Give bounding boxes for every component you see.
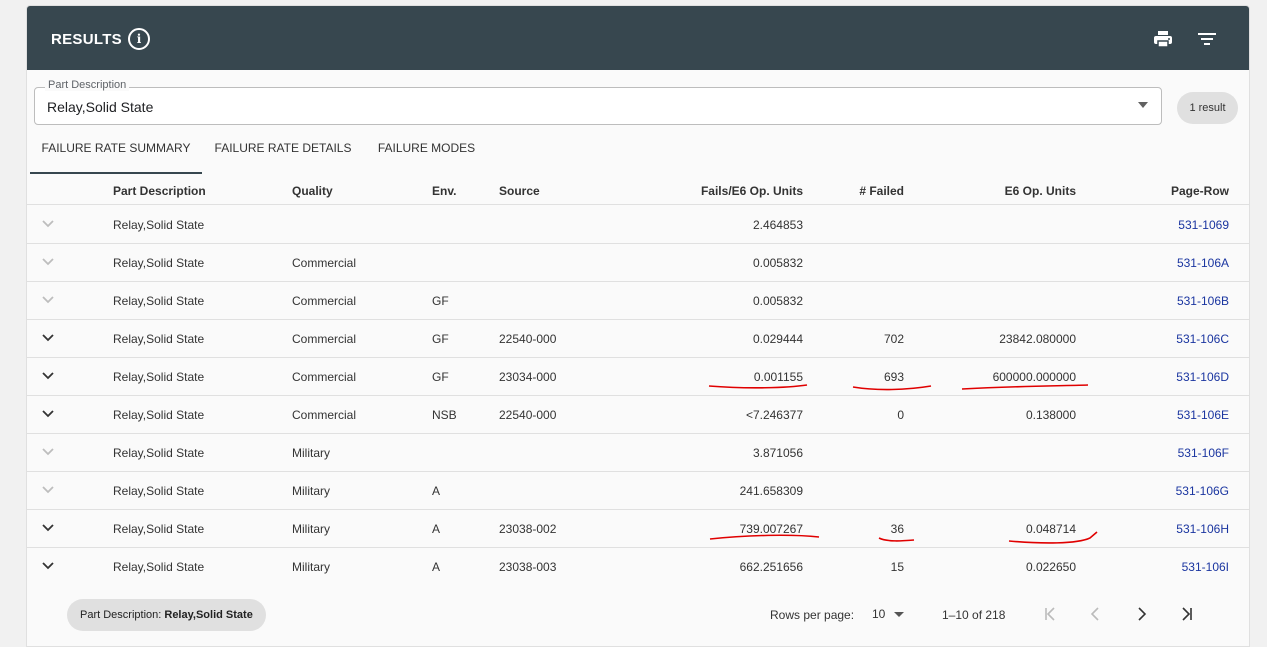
underline-mark (878, 537, 915, 542)
last-page-icon[interactable] (1177, 605, 1195, 623)
previous-page-icon[interactable] (1087, 605, 1105, 623)
underline-mark (852, 385, 932, 391)
underline-mark (709, 534, 820, 540)
results-panel: RESULTS i Part Description Relay,Solid S… (26, 5, 1250, 647)
first-page-icon[interactable] (1042, 605, 1060, 623)
rows-per-page-label: Rows per page: (770, 608, 855, 622)
rows-per-page-arrow-icon[interactable] (894, 612, 904, 617)
next-page-icon[interactable] (1132, 605, 1150, 623)
underline-mark (708, 384, 808, 389)
pagination-range: 1–10 of 218 (942, 608, 1006, 622)
filter-chip-label: Part Description: (80, 609, 162, 621)
red-annotation-marks (708, 384, 1098, 544)
underline-mark (1008, 531, 1098, 544)
table-footer: Part Description: Relay,Solid State Rows… (27, 584, 1249, 644)
underline-mark (961, 384, 1089, 390)
rows-per-page-select[interactable]: 10 (872, 607, 885, 621)
filter-chip-value: Relay,Solid State (164, 609, 253, 621)
active-filter-chip[interactable]: Part Description: Relay,Solid State (67, 599, 266, 631)
